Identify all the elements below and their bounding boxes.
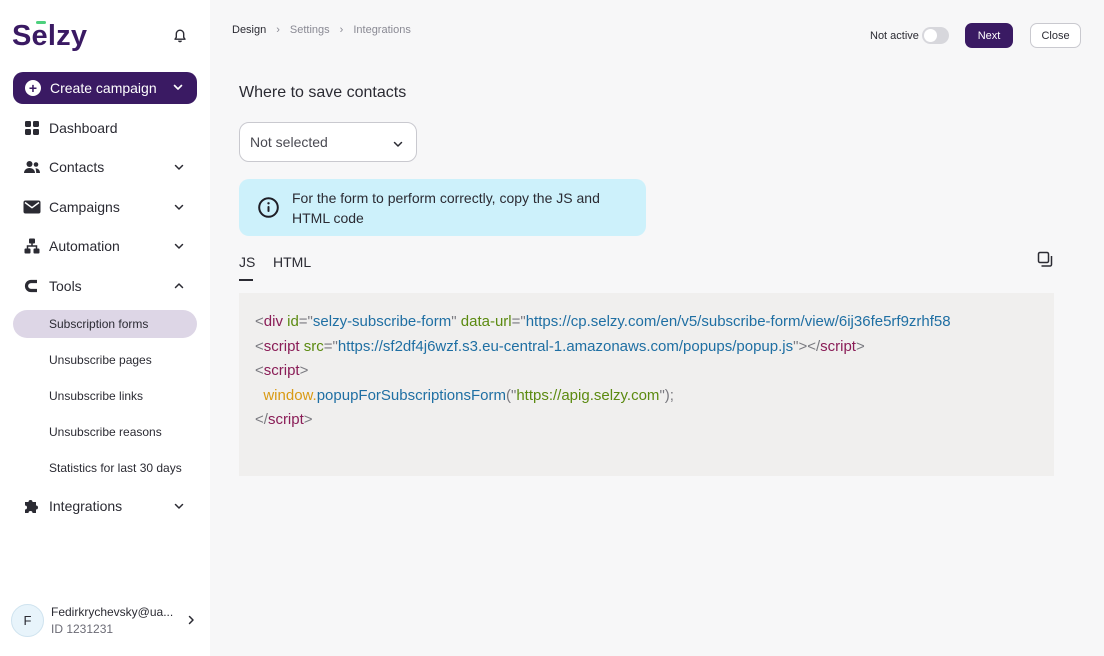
sidebar-item-tools[interactable]: Tools (13, 270, 197, 302)
user-id: ID 1231231 (51, 622, 114, 636)
magnet-icon (23, 277, 41, 295)
tab-js[interactable]: JS (239, 254, 255, 281)
puzzle-icon (23, 497, 41, 515)
sidebar-subitem-unsubscribe-pages[interactable]: Unsubscribe pages (13, 346, 197, 374)
info-icon (258, 197, 279, 218)
breadcrumb-separator: › (339, 24, 344, 36)
user-account[interactable]: F Fedirkrychevsky@ua... ID 1231231 (11, 604, 201, 638)
breadcrumb: Design › Settings › Integrations (232, 24, 411, 36)
create-campaign-label: Create campaign (50, 80, 157, 96)
sidebar-item-label: Dashboard (49, 120, 118, 136)
code-line: <script src="https://sf2df4j6wzf.s3.eu-c… (255, 337, 865, 355)
chevron-down-icon (174, 204, 184, 210)
sidebar: Selzy + Create campaign Dashboard Contac… (0, 0, 210, 656)
info-banner: For the form to perform correctly, copy … (239, 179, 646, 236)
section-title: Where to save contacts (239, 84, 407, 101)
bell-icon[interactable] (172, 28, 188, 44)
chevron-down-icon (174, 164, 184, 170)
info-text: For the form to perform correctly, copy … (292, 190, 600, 226)
sidebar-subitem-unsubscribe-links[interactable]: Unsubscribe links (13, 382, 197, 410)
sidebar-item-label: Automation (49, 238, 120, 254)
chevron-up-icon (174, 283, 184, 289)
sidebar-subitem-label: Subscription forms (49, 317, 149, 331)
user-email: Fedirkrychevsky@ua... (51, 605, 174, 619)
sidebar-subitem-label: Statistics for last 30 days (49, 461, 182, 475)
grid-icon (23, 119, 41, 137)
status-label: Not active (870, 30, 919, 42)
chevron-right-icon (188, 615, 194, 625)
active-toggle[interactable] (922, 27, 949, 44)
next-button[interactable]: Next (965, 23, 1013, 48)
sidebar-item-integrations[interactable]: Integrations (13, 490, 197, 522)
sidebar-subitem-statistics[interactable]: Statistics for last 30 days (13, 454, 197, 482)
sidebar-subitem-label: Unsubscribe pages (49, 353, 152, 367)
chevron-down-icon (393, 141, 403, 147)
copy-icon[interactable] (1037, 251, 1054, 268)
sidebar-subitem-unsubscribe-reasons[interactable]: Unsubscribe reasons (13, 418, 197, 446)
chevron-down-icon (174, 243, 184, 249)
sidebar-item-label: Contacts (49, 159, 105, 175)
hierarchy-icon (23, 237, 41, 255)
code-block[interactable]: <div id="selzy-subscribe-form" data-url=… (239, 293, 1054, 476)
selzy-logo[interactable]: Selzy (12, 20, 87, 53)
select-value: Not selected (250, 134, 328, 150)
mail-icon (23, 198, 41, 216)
sidebar-item-campaigns[interactable]: Campaigns (13, 191, 197, 223)
sidebar-item-label: Integrations (49, 498, 123, 514)
close-button[interactable]: Close (1030, 23, 1081, 48)
contact-list-select[interactable]: Not selected (239, 122, 417, 162)
users-icon (23, 158, 41, 176)
avatar: F (11, 604, 44, 637)
sidebar-item-label: Campaigns (49, 199, 120, 215)
sidebar-item-contacts[interactable]: Contacts (13, 151, 197, 183)
plus-icon: + (25, 80, 41, 96)
chevron-down-icon (173, 84, 183, 90)
sidebar-item-dashboard[interactable]: Dashboard (13, 112, 197, 144)
create-campaign-button[interactable]: + Create campaign (13, 72, 197, 104)
tab-html[interactable]: HTML (273, 254, 311, 270)
chevron-down-icon (174, 503, 184, 509)
breadcrumb-separator: › (276, 24, 280, 36)
sidebar-subitem-label: Unsubscribe links (49, 389, 144, 403)
code-line: </script> (255, 411, 313, 428)
breadcrumb-settings[interactable]: Settings (290, 24, 330, 36)
sidebar-item-label: Tools (49, 278, 82, 294)
sidebar-subitem-label: Unsubscribe reasons (49, 425, 162, 439)
code-line: window.popupForSubscriptionsForm("https:… (263, 386, 674, 404)
code-line: <div id="selzy-subscribe-form" data-url=… (255, 313, 951, 330)
breadcrumb-design[interactable]: Design (232, 24, 266, 36)
sidebar-subitem-subscription-forms[interactable]: Subscription forms (13, 310, 197, 338)
breadcrumb-integrations[interactable]: Integrations (353, 24, 410, 36)
code-line: <script> (255, 362, 309, 379)
sidebar-item-automation[interactable]: Automation (13, 230, 197, 262)
